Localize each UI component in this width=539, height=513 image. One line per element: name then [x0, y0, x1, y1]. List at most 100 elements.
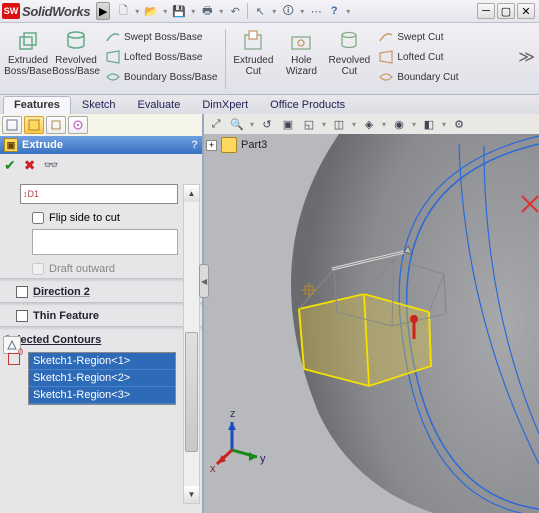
- flip-checkbox[interactable]: [32, 212, 44, 224]
- boundary-boss-button[interactable]: Boundary Boss/Base: [102, 67, 220, 87]
- depth-field[interactable]: ↕D1: [20, 184, 178, 204]
- label: Hole Wizard: [279, 55, 323, 77]
- hide-show-icon[interactable]: ◈: [359, 115, 379, 133]
- direction2-checkbox[interactable]: [16, 286, 28, 298]
- tab-features[interactable]: Features: [3, 96, 71, 114]
- config-manager-tab[interactable]: [46, 116, 66, 134]
- dropdown-icon[interactable]: ▾: [410, 115, 418, 133]
- boundary-cut-button[interactable]: Boundary Cut: [375, 67, 461, 87]
- triad-z-label: z: [230, 408, 236, 420]
- hole-wizard-button[interactable]: Hole Wizard: [277, 27, 325, 92]
- pm-help-button[interactable]: ?: [191, 139, 198, 151]
- scroll-down-button[interactable]: ▼: [184, 486, 199, 503]
- close-button[interactable]: ✕: [517, 3, 535, 19]
- extruded-cut-button[interactable]: Extruded Cut: [229, 27, 277, 92]
- list-item[interactable]: Sketch1-Region<3>: [29, 387, 175, 404]
- contour-list[interactable]: Sketch1-Region<1> Sketch1-Region<2> Sket…: [28, 352, 176, 405]
- dimxpert-manager-tab[interactable]: [68, 116, 88, 134]
- draft-outward-check: Draft outward: [0, 259, 202, 278]
- graphics-area[interactable]: ⤢ 🔍 ▾ ↺ ▣ ◱ ▾ ◫ ▾ ◈ ▾ ◉ ▾ ◧ ▾ ⚙ + Part3: [204, 114, 539, 513]
- select-icon[interactable]: ↖: [252, 3, 268, 19]
- zoom-area-icon[interactable]: 🔍: [227, 115, 247, 133]
- undo-icon[interactable]: ↶: [227, 3, 243, 19]
- main-menu-dropdown[interactable]: ▶: [96, 2, 110, 20]
- dropdown-icon[interactable]: ▾: [344, 3, 352, 19]
- detailed-preview-button[interactable]: 👓: [43, 158, 58, 172]
- property-manager-tab[interactable]: [24, 116, 44, 134]
- feature-tree-tab[interactable]: [2, 116, 22, 134]
- scroll-track[interactable]: [184, 202, 199, 486]
- scene-icon[interactable]: ◧: [419, 115, 439, 133]
- minimize-button[interactable]: ─: [477, 3, 495, 19]
- options-icon[interactable]: ⋯: [308, 3, 324, 19]
- dropdown-icon[interactable]: ▾: [298, 3, 306, 19]
- flip-side-check[interactable]: Flip side to cut: [0, 208, 202, 227]
- tab-sketch[interactable]: Sketch: [71, 96, 127, 114]
- swept-boss-button[interactable]: Swept Boss/Base: [102, 27, 220, 47]
- save-icon[interactable]: 💾: [171, 3, 187, 19]
- extrude-icon: ▣: [4, 138, 18, 152]
- swept-cut-icon: [378, 29, 394, 45]
- rebuild-icon[interactable]: 🛈: [280, 3, 296, 19]
- lofted-cut-button[interactable]: Lofted Cut: [375, 47, 461, 67]
- cancel-button[interactable]: ✖: [24, 157, 36, 174]
- previous-view-icon[interactable]: ↺: [257, 115, 277, 133]
- pm-title-bar: ▣ Extrude ?: [0, 136, 202, 154]
- splitter-handle[interactable]: [199, 264, 209, 298]
- dropdown-icon[interactable]: ▾: [189, 3, 197, 19]
- dropdown-icon[interactable]: ▾: [217, 3, 225, 19]
- accept-button[interactable]: ✔: [4, 157, 16, 174]
- dropdown-icon[interactable]: ▾: [380, 115, 388, 133]
- new-icon[interactable]: 🗋: [115, 3, 131, 19]
- view-settings-icon[interactable]: ⚙: [449, 115, 469, 133]
- extruded-boss-button[interactable]: Extruded Boss/Base: [4, 27, 52, 92]
- dropdown-icon[interactable]: ▾: [350, 115, 358, 133]
- zoom-fit-icon[interactable]: ⤢: [206, 115, 226, 133]
- triad-y-label: y: [260, 453, 266, 465]
- dropdown-icon[interactable]: ▾: [161, 3, 169, 19]
- help-icon[interactable]: ?: [326, 3, 342, 19]
- model-viewport[interactable]: z y x: [204, 134, 539, 513]
- tab-evaluate[interactable]: Evaluate: [127, 96, 192, 114]
- revolved-cut-button[interactable]: Revolved Cut: [325, 27, 373, 92]
- display-style-icon[interactable]: ◫: [329, 115, 349, 133]
- flip-label: Flip side to cut: [49, 212, 120, 224]
- tab-office-products[interactable]: Office Products: [259, 96, 356, 114]
- boundary-icon: [105, 69, 121, 85]
- scroll-thumb[interactable]: [185, 332, 198, 452]
- separator: [225, 29, 226, 89]
- section-view-icon[interactable]: ▣: [278, 115, 298, 133]
- draft-input[interactable]: [32, 229, 178, 255]
- revolved-boss-button[interactable]: Revolved Boss/Base: [52, 27, 100, 92]
- swept-cut-button[interactable]: Swept Cut: [375, 27, 461, 47]
- expand-tree-button[interactable]: +: [206, 140, 217, 151]
- label: Revolved Cut: [327, 55, 371, 77]
- view-orientation-icon[interactable]: ◱: [299, 115, 319, 133]
- print-icon[interactable]: 🖶: [199, 3, 215, 19]
- scrollbar[interactable]: ▲ ▼: [183, 184, 200, 504]
- open-icon[interactable]: 📂: [143, 3, 159, 19]
- dropdown-icon[interactable]: ▾: [440, 115, 448, 133]
- dropdown-icon[interactable]: ▾: [320, 115, 328, 133]
- restore-button[interactable]: ▢: [497, 3, 515, 19]
- list-item[interactable]: Sketch1-Region<1>: [29, 353, 175, 370]
- tab-dimxpert[interactable]: DimXpert: [191, 96, 259, 114]
- dropdown-icon[interactable]: ▾: [133, 3, 141, 19]
- lofted-boss-button[interactable]: Lofted Boss/Base: [102, 47, 220, 67]
- selected-contours-section[interactable]: Selected Contours ⌃: [0, 330, 202, 350]
- thin-checkbox[interactable]: [16, 310, 28, 322]
- thin-feature-section[interactable]: Thin Feature ⌄: [0, 306, 202, 326]
- label: Lofted Boss/Base: [124, 52, 202, 63]
- appearance-icon[interactable]: ◉: [389, 115, 409, 133]
- selected-contours-body: 0 Sketch1-Region<1> Sketch1-Region<2> Sk…: [0, 350, 202, 407]
- label: Boundary Cut: [397, 72, 458, 83]
- scroll-up-button[interactable]: ▲: [184, 185, 199, 202]
- ribbon-overflow-button[interactable]: ≫: [518, 47, 535, 67]
- boss-features-group: Swept Boss/Base Lofted Boss/Base Boundar…: [100, 27, 222, 92]
- direction2-section[interactable]: Direction 2 ⌄: [0, 282, 202, 302]
- part-name[interactable]: Part3: [241, 139, 267, 151]
- dropdown-icon[interactable]: ▾: [270, 3, 278, 19]
- label: Swept Boss/Base: [124, 32, 202, 43]
- dropdown-icon[interactable]: ▾: [248, 115, 256, 133]
- list-item[interactable]: Sketch1-Region<2>: [29, 370, 175, 387]
